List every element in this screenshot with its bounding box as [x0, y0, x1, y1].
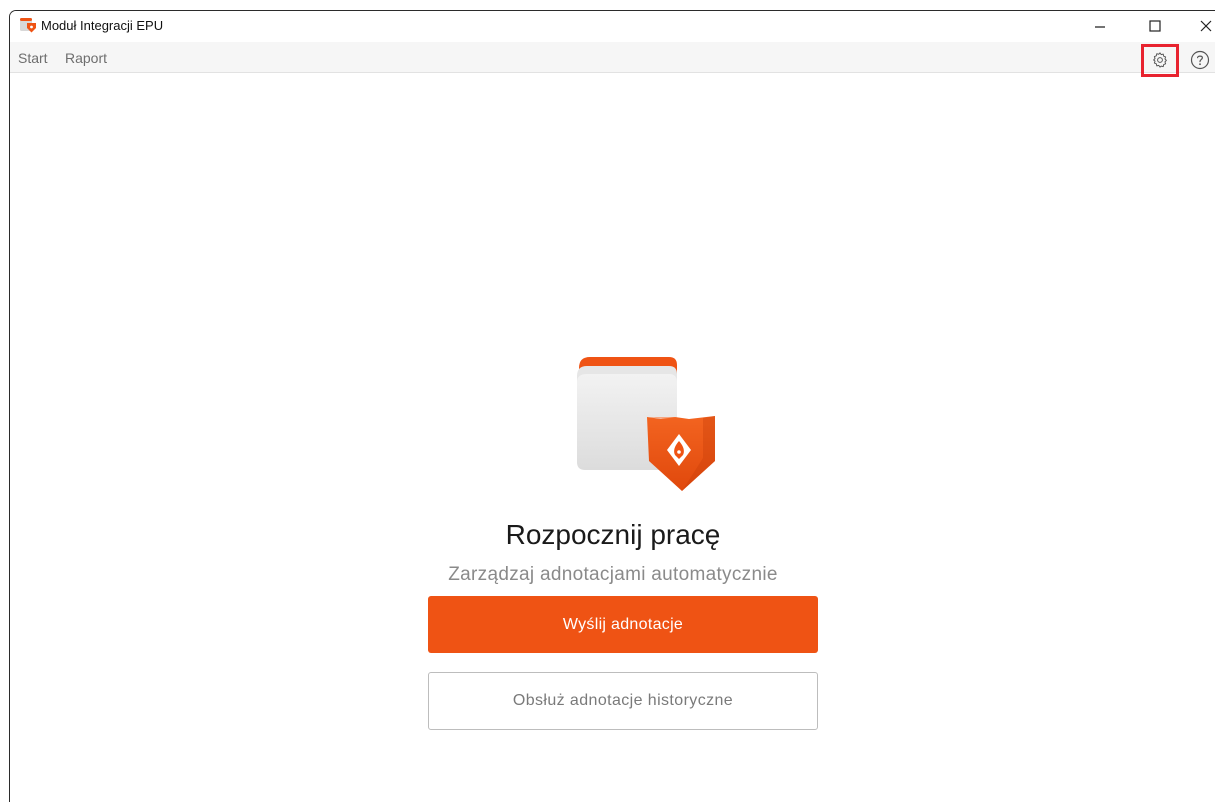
window-title: Moduł Integracji EPU — [41, 18, 164, 33]
menu-item-start[interactable]: Start — [18, 50, 48, 66]
send-annotations-button[interactable]: Wyślij adnotacje — [428, 596, 818, 653]
app-logo-icon — [20, 18, 36, 33]
app-window: Moduł Integracji EPU Start Raport Rozpoc… — [9, 10, 1215, 802]
menu-bar: Start Raport — [10, 42, 1215, 73]
maximize-button[interactable] — [1140, 11, 1170, 41]
maximize-icon — [1149, 20, 1161, 32]
menu-item-raport[interactable]: Raport — [65, 50, 107, 66]
historical-annotations-button[interactable]: Obsłuż adnotacje historyczne — [428, 672, 818, 730]
minimize-icon — [1095, 26, 1105, 28]
minimize-button[interactable] — [1085, 11, 1115, 41]
page-heading: Rozpocznij pracę — [505, 519, 721, 550]
page-subheading: Zarządzaj adnotacjami automatycznie — [448, 564, 778, 585]
help-icon — [1190, 50, 1210, 70]
close-button[interactable] — [1191, 11, 1215, 41]
title-bar: Moduł Integracji EPU — [10, 11, 1215, 41]
document-shield-illustration — [577, 357, 715, 491]
close-icon — [1200, 20, 1212, 32]
gear-icon — [1153, 52, 1167, 68]
settings-button[interactable] — [1143, 46, 1177, 75]
help-button[interactable] — [1185, 46, 1215, 75]
